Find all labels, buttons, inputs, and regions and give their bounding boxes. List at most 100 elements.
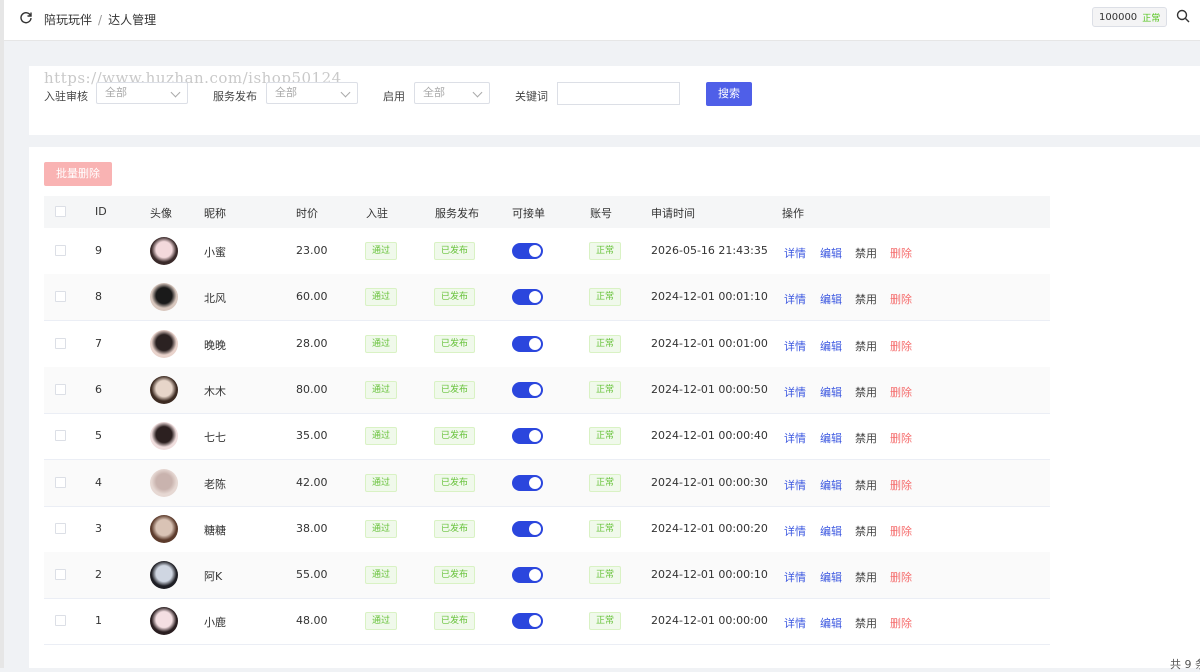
top-bar: 陪玩玩伴/达人管理 100000 正常 g [4, 0, 1200, 41]
accept-order-toggle[interactable] [512, 428, 543, 445]
row-checkbox[interactable] [55, 476, 66, 488]
accept-order-toggle[interactable] [512, 335, 543, 352]
row-nickname: 小蜜 [204, 246, 226, 259]
select-all-checkbox[interactable] [55, 206, 66, 217]
toggle-knob [529, 337, 541, 350]
row-id: 1 [95, 614, 102, 628]
balance-status: 正常 [1142, 13, 1161, 24]
service-publish-label: 服务发布 [213, 90, 257, 103]
row-checkbox[interactable] [55, 615, 66, 627]
edit-link[interactable]: 编辑 [820, 523, 842, 539]
accept-order-toggle[interactable] [512, 520, 543, 537]
edit-link[interactable]: 编辑 [820, 291, 842, 307]
detail-link[interactable]: 详情 [784, 569, 806, 585]
detail-link[interactable]: 详情 [784, 430, 806, 446]
disable-link[interactable]: 禁用 [855, 245, 877, 261]
detail-link[interactable]: 详情 [784, 477, 806, 493]
avatar [150, 422, 178, 451]
row-price: 55.00 [296, 568, 328, 582]
detail-link[interactable]: 详情 [784, 384, 806, 400]
delete-link[interactable]: 删除 [890, 291, 912, 307]
row-checkbox[interactable] [55, 430, 66, 442]
chevron-down-icon [472, 87, 483, 98]
row-id: 3 [95, 521, 102, 535]
refresh-icon[interactable] [18, 11, 34, 27]
row-checkbox[interactable] [55, 569, 66, 581]
breadcrumb: 陪玩玩伴 / 达人管理 [44, 11, 156, 28]
enable-select[interactable]: 全部 [414, 82, 490, 104]
delete-link[interactable]: 删除 [890, 477, 912, 493]
row-checkbox[interactable] [55, 383, 66, 395]
row-apply-time: 2024-12-01 00:01:10 [651, 290, 768, 304]
entry-status-tag: 通过 [365, 288, 398, 307]
row-checkbox[interactable] [55, 337, 66, 349]
accept-order-toggle[interactable] [512, 381, 543, 398]
row-checkbox[interactable] [55, 245, 66, 256]
edit-link[interactable]: 编辑 [820, 569, 842, 585]
edit-link[interactable]: 编辑 [820, 245, 842, 261]
table-row: 8 北风 60.00 通过 已发布 正常 2024-12-01 00:01:10… [44, 274, 1050, 322]
search-button[interactable]: 搜索 [706, 82, 752, 106]
delete-link[interactable]: 删除 [890, 615, 912, 631]
account-status-tag: 正常 [589, 288, 622, 307]
disable-link[interactable]: 禁用 [855, 291, 877, 307]
delete-link[interactable]: 删除 [890, 430, 912, 446]
breadcrumb-item: 达人管理 [108, 13, 157, 27]
pagination-total: 共 9 条 [1170, 658, 1200, 671]
detail-link[interactable]: 详情 [784, 615, 806, 631]
column-header: 账号 [590, 207, 612, 220]
row-checkbox[interactable] [55, 291, 66, 303]
table-row: 1 小鹿 48.00 通过 已发布 正常 2024-12-01 00:00:00… [44, 598, 1050, 646]
detail-link[interactable]: 详情 [784, 338, 806, 354]
row-nickname: 老陈 [204, 477, 226, 491]
service-publish-select[interactable]: 全部 [266, 82, 358, 104]
edit-link[interactable]: 编辑 [820, 430, 842, 446]
disable-link[interactable]: 禁用 [855, 430, 877, 446]
breadcrumb-item[interactable]: 陪玩玩伴 [44, 13, 92, 27]
delete-link[interactable]: 删除 [890, 245, 912, 261]
disable-link[interactable]: 禁用 [855, 338, 877, 354]
delete-link[interactable]: 删除 [890, 523, 912, 539]
delete-link[interactable]: 删除 [890, 569, 912, 585]
toggle-knob [529, 383, 541, 396]
toggle-knob [529, 615, 541, 628]
detail-link[interactable]: 详情 [784, 245, 806, 261]
row-apply-time: 2024-12-01 00:00:40 [651, 429, 768, 443]
row-id: 5 [95, 429, 102, 443]
row-checkbox[interactable] [55, 522, 66, 534]
accept-order-toggle[interactable] [512, 243, 543, 259]
avatar [150, 607, 178, 636]
disable-link[interactable]: 禁用 [855, 384, 877, 400]
detail-link[interactable]: 详情 [784, 523, 806, 539]
edit-link[interactable]: 编辑 [820, 384, 842, 400]
disable-link[interactable]: 禁用 [855, 615, 877, 631]
service-publish-value: 全部 [275, 86, 297, 99]
accept-order-toggle[interactable] [512, 567, 543, 584]
keyword-input[interactable] [557, 82, 680, 105]
entry-status-tag: 通过 [365, 242, 398, 260]
row-nickname: 糖糖 [204, 523, 226, 537]
delete-link[interactable]: 删除 [890, 384, 912, 400]
disable-link[interactable]: 禁用 [855, 477, 877, 493]
entry-status-tag: 通过 [365, 519, 398, 538]
accept-order-toggle[interactable] [512, 613, 543, 630]
disable-link[interactable]: 禁用 [855, 523, 877, 539]
account-status-tag: 正常 [589, 380, 622, 399]
edit-link[interactable]: 编辑 [820, 477, 842, 493]
disable-link[interactable]: 禁用 [855, 569, 877, 585]
edit-link[interactable]: 编辑 [820, 615, 842, 631]
accept-order-toggle[interactable] [512, 474, 543, 491]
account-status-tag: 正常 [589, 612, 622, 631]
search-icon[interactable] [1176, 9, 1190, 23]
entry-review-select[interactable]: 全部 [96, 82, 188, 104]
accept-order-toggle[interactable] [512, 289, 543, 306]
row-apply-time: 2024-12-01 00:00:20 [651, 521, 768, 535]
entry-status-tag: 通过 [365, 566, 398, 585]
column-header: 操作 [782, 207, 804, 220]
detail-link[interactable]: 详情 [784, 291, 806, 307]
batch-delete-button[interactable]: 批量删除 [44, 162, 112, 186]
row-apply-time: 2024-12-01 00:00:00 [651, 614, 768, 628]
delete-link[interactable]: 删除 [890, 338, 912, 354]
edit-link[interactable]: 编辑 [820, 338, 842, 354]
service-status-tag: 已发布 [434, 612, 476, 631]
